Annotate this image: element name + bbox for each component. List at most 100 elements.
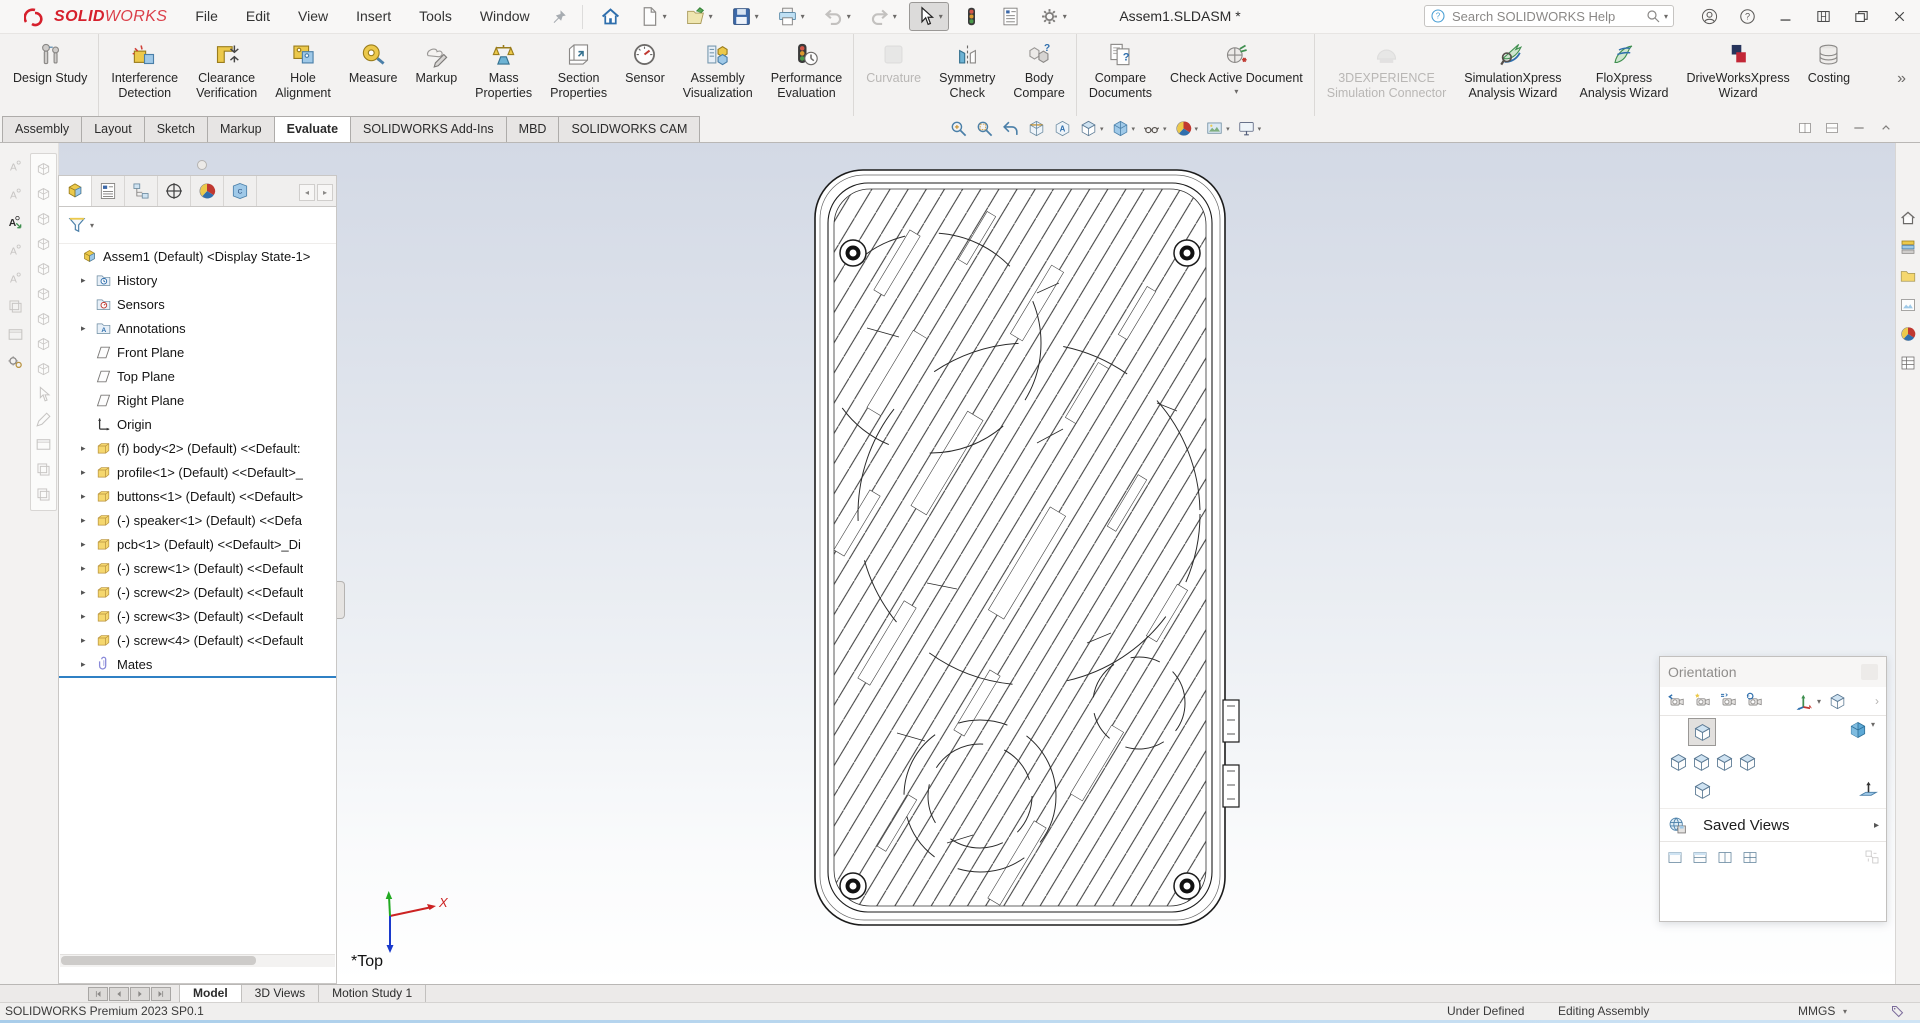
view-isometric-button[interactable]: ▾: [1848, 720, 1891, 740]
toolbar-tool[interactable]: [6, 297, 25, 316]
fm-tab-scroll-left[interactable]: ◂: [299, 184, 315, 201]
feature-tree-item[interactable]: Right Plane: [59, 388, 336, 412]
menu-item[interactable]: Insert: [342, 0, 405, 33]
quickbar-tool[interactable]: [955, 2, 988, 31]
quickbar-tool[interactable]: ▾: [771, 2, 811, 31]
ribbon-tool[interactable]: Sensor: [616, 34, 674, 116]
pane-control[interactable]: [1851, 120, 1867, 136]
units-dropdown[interactable]: ▾: [1843, 1003, 1847, 1020]
pane-control[interactable]: [1824, 120, 1840, 136]
featuremanager-tab[interactable]: [92, 176, 125, 206]
headsup-tool[interactable]: ▾: [1236, 118, 1263, 139]
command-tab[interactable]: MBD: [506, 116, 560, 142]
orientation-tool[interactable]: ▾: [1795, 692, 1821, 711]
toolbar-tool[interactable]: A: [6, 269, 25, 288]
ribbon-tool[interactable]: DriveWorksXpress Wizard: [1677, 34, 1798, 116]
headsup-tool[interactable]: ▾: [1110, 118, 1137, 139]
feature-tree-item[interactable]: Top Plane: [59, 364, 336, 388]
toolbar-tool[interactable]: [34, 435, 53, 454]
link-views-icon[interactable]: [1863, 848, 1881, 866]
quickbar-tool[interactable]: ▾: [633, 2, 673, 31]
menu-item[interactable]: File: [181, 0, 232, 33]
viewport-layout-button[interactable]: [1715, 849, 1735, 866]
headsup-tool[interactable]: [1000, 118, 1021, 139]
quickbar-tool[interactable]: ▾: [679, 2, 719, 31]
headsup-tool[interactable]: ▾: [1078, 118, 1105, 139]
headsup-tool[interactable]: [948, 118, 969, 139]
command-tab[interactable]: Markup: [207, 116, 275, 142]
ribbon-tool[interactable]: Interference Detection: [98, 34, 187, 116]
viewport-layout-button[interactable]: [1740, 849, 1760, 866]
ribbon-tool[interactable]: Markup: [406, 34, 466, 116]
view-front-button[interactable]: [1688, 718, 1716, 746]
feature-tree-item[interactable]: ▸ Mates: [59, 652, 336, 676]
featuremanager-tab[interactable]: C: [224, 176, 257, 206]
featuremanager-tab[interactable]: [191, 176, 224, 206]
menu-item[interactable]: Tools: [405, 0, 466, 33]
headsup-tool[interactable]: [1026, 118, 1047, 139]
feature-tree-item[interactable]: ▸ profile<1> (Default) <<Default>_: [59, 460, 336, 484]
toolbar-tool[interactable]: [34, 410, 53, 429]
task-pane-tab[interactable]: [1899, 325, 1917, 343]
task-pane-tab[interactable]: [1899, 209, 1917, 227]
task-pane-tab[interactable]: [1899, 238, 1917, 256]
orientation-tool[interactable]: [1693, 692, 1712, 711]
ribbon-tool[interactable]: Curvature: [853, 34, 930, 116]
command-tab[interactable]: SOLIDWORKS CAM: [558, 116, 700, 142]
feature-tree-item[interactable]: ▸ (-) speaker<1> (Default) <<Defa: [59, 508, 336, 532]
toolbar-tool[interactable]: A: [6, 241, 25, 260]
feature-tree-item[interactable]: Front Plane: [59, 340, 336, 364]
toolbar-tool[interactable]: [34, 360, 53, 379]
toolbar-tool[interactable]: A: [6, 157, 25, 176]
quickbar-tool[interactable]: ▾: [863, 2, 903, 31]
graphics-area[interactable]: X *Top Orientation: [337, 143, 1896, 984]
featuremanager-tab[interactable]: [125, 176, 158, 206]
ribbon-tool[interactable]: Measure: [340, 34, 407, 116]
panel-splitter[interactable]: [59, 676, 336, 678]
panel-collapse-handle[interactable]: [197, 160, 207, 170]
window-control[interactable]: [1690, 0, 1728, 33]
window-control[interactable]: [1880, 0, 1918, 33]
tree-filter[interactable]: ▾: [59, 207, 336, 244]
tab-scroll-button[interactable]: [151, 987, 171, 1001]
fm-tab-scroll-right[interactable]: ▸: [317, 184, 333, 201]
search-input[interactable]: Search SOLIDWORKS Help: [1452, 9, 1645, 24]
fm-horizontal-scrollbar[interactable]: [60, 954, 335, 967]
orientation-tool[interactable]: [1667, 692, 1686, 711]
toolbar-tool[interactable]: [6, 325, 25, 344]
orientation-titlebar[interactable]: Orientation: [1660, 657, 1886, 687]
saved-views-expand-arrow[interactable]: ▸: [1874, 820, 1879, 831]
featuremanager-tab[interactable]: [59, 176, 92, 206]
feature-tree-item[interactable]: ▸ pcb<1> (Default) <<Default>_Di: [59, 532, 336, 556]
command-tab[interactable]: SOLIDWORKS Add-Ins: [350, 116, 507, 142]
ribbon-tool[interactable]: Assembly Visualization: [674, 34, 762, 116]
close-icon[interactable]: [1861, 664, 1878, 680]
units-selector[interactable]: MMGS: [1798, 1003, 1835, 1020]
menu-item[interactable]: Window: [466, 0, 544, 33]
window-control[interactable]: ?: [1728, 0, 1766, 33]
toolbar-tool[interactable]: [34, 310, 53, 329]
menu-item[interactable]: View: [284, 0, 342, 33]
toolbar-tool[interactable]: [34, 160, 53, 179]
view-bottom-button[interactable]: [1688, 776, 1716, 804]
quickbar-tool[interactable]: [594, 2, 627, 31]
document-tab[interactable]: Motion Study 1: [319, 985, 426, 1002]
orientation-tool[interactable]: [1745, 692, 1764, 711]
feature-tree-item[interactable]: ▸ (-) screw<2> (Default) <<Default: [59, 580, 336, 604]
feature-tree-item[interactable]: Origin: [59, 412, 336, 436]
normal-to-button[interactable]: [1854, 776, 1882, 804]
quickbar-tool[interactable]: ▾: [725, 2, 765, 31]
toolbar-tool[interactable]: [34, 285, 53, 304]
feature-tree-item[interactable]: ▸ A Annotations: [59, 316, 336, 340]
toolbar-tool[interactable]: [34, 260, 53, 279]
feature-tree-item[interactable]: ▸ (-) screw<3> (Default) <<Default: [59, 604, 336, 628]
quickbar-tool[interactable]: [994, 2, 1027, 31]
featuremanager-tab[interactable]: [158, 176, 191, 206]
ribbon-tool[interactable]: ? Compare Documents: [1076, 34, 1161, 116]
ribbon-tool[interactable]: Mass Properties: [466, 34, 541, 116]
feature-tree-item[interactable]: ▸ (-) screw<4> (Default) <<Default: [59, 628, 336, 652]
feature-tree-item[interactable]: ▸ (f) body<2> (Default) <<Default:: [59, 436, 336, 460]
headsup-tool[interactable]: ▾: [1141, 118, 1168, 139]
tab-scroll-button[interactable]: [88, 987, 108, 1001]
viewport-layout-button[interactable]: [1665, 849, 1685, 866]
